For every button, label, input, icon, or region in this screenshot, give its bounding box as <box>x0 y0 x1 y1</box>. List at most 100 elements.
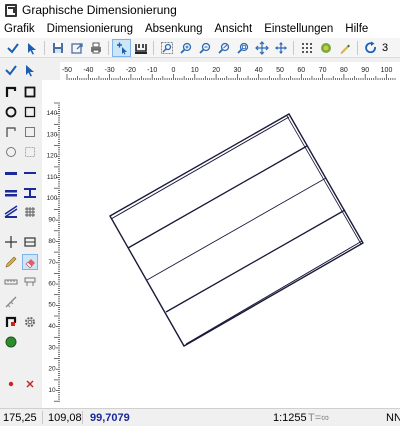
ruler-label: 110 <box>47 174 58 181</box>
ruler-label: -50 <box>62 67 72 74</box>
check-icon[interactable] <box>3 39 22 57</box>
menu-dimensionierung[interactable]: Dimensionierung <box>41 23 139 35</box>
bottom-edge-double <box>185 240 363 345</box>
menu-absenkung[interactable]: Absenkung <box>139 23 209 35</box>
eraser-icon[interactable] <box>22 254 38 270</box>
red-point-icon[interactable] <box>3 376 19 392</box>
ruler-label: 120 <box>47 153 58 160</box>
save-icon[interactable] <box>48 39 67 57</box>
toolbar: 3 <box>0 38 400 58</box>
ruler-tool-icon[interactable] <box>3 274 19 290</box>
dimension-icon[interactable] <box>131 39 150 57</box>
print-icon[interactable] <box>86 39 105 57</box>
drawing-shape[interactable] <box>109 113 364 347</box>
status-y-coordinate: 109,08 <box>48 412 82 424</box>
ruler-label: 40 <box>255 67 263 74</box>
zoom-window-icon[interactable] <box>157 39 176 57</box>
move-node-icon[interactable] <box>112 38 131 57</box>
stairs-icon[interactable] <box>3 204 19 220</box>
title-bar: Graphische Dimensionierung <box>0 0 400 20</box>
status-scale: 1:1255 <box>273 412 307 424</box>
ruler-label: -10 <box>147 67 157 74</box>
zoom-all-icon[interactable] <box>233 39 252 57</box>
ruler-label: 40 <box>48 323 56 330</box>
zoom-out-icon[interactable] <box>195 39 214 57</box>
ruler-label: 10 <box>48 387 56 394</box>
move-all-icon[interactable] <box>271 39 290 57</box>
rectangle-icon[interactable] <box>22 84 38 100</box>
ruler-label: 20 <box>48 366 56 373</box>
menu-ansicht[interactable]: Ansicht <box>209 23 259 35</box>
menu-grafik[interactable]: Grafik <box>0 23 41 35</box>
ruler-label: -30 <box>105 67 115 74</box>
toolbar-separator <box>293 40 294 55</box>
crosshair-icon[interactable] <box>3 234 19 250</box>
menu-hilfe[interactable]: Hilfe <box>339 23 374 35</box>
check-icon[interactable] <box>3 62 19 78</box>
zoom-in-icon[interactable] <box>176 39 195 57</box>
circle-thin-icon[interactable] <box>3 144 19 160</box>
status-value: 99,7079 <box>90 412 130 424</box>
red-corner-icon[interactable] <box>3 314 19 330</box>
line-medium-icon[interactable] <box>22 165 38 181</box>
ruler-label: 130 <box>47 131 58 138</box>
green-node-icon[interactable] <box>3 334 19 350</box>
ruler-label: 100 <box>47 195 58 202</box>
menu-einstellungen[interactable]: Einstellungen <box>258 23 339 35</box>
insert-element-icon[interactable] <box>22 234 38 250</box>
table-tool-icon[interactable] <box>22 274 38 290</box>
double-line-icon[interactable] <box>3 185 19 201</box>
circle-icon[interactable] <box>3 104 19 120</box>
menu-bar: Grafik Dimensionierung Absenkung Ansicht… <box>0 20 400 38</box>
drawing-canvas[interactable] <box>60 80 400 408</box>
toolbar-separator <box>153 40 154 55</box>
corner-polyline-icon[interactable] <box>3 84 19 100</box>
ruler-label: 140 <box>47 110 58 117</box>
rectangle-gray-icon[interactable] <box>22 124 38 140</box>
refresh-icon[interactable] <box>361 39 380 57</box>
h-beam-icon[interactable] <box>22 185 38 201</box>
window-title: Graphische Dimensionierung <box>22 3 177 17</box>
rectangle-dashed-icon[interactable] <box>22 144 38 160</box>
division-line-1 <box>127 145 308 249</box>
select-arrow-icon[interactable] <box>22 62 38 78</box>
pointer-icon[interactable] <box>22 39 41 57</box>
export-icon[interactable] <box>67 39 86 57</box>
ruler-label: -40 <box>83 67 93 74</box>
measure-icon[interactable] <box>3 294 19 310</box>
corner-thin-icon[interactable] <box>3 124 19 140</box>
ruler-label: 80 <box>340 67 348 74</box>
status-extra: T=∞ <box>308 412 329 424</box>
right-edge-double <box>286 115 362 245</box>
layers-icon[interactable] <box>316 39 335 57</box>
status-x-coordinate: 175,25 <box>3 412 37 424</box>
toolbar-separator <box>44 40 45 55</box>
ruler-label: 10 <box>191 67 199 74</box>
zoom-previous-icon[interactable] <box>214 39 233 57</box>
ruler-label: 60 <box>297 67 305 74</box>
rectangle-thin-icon[interactable] <box>22 104 38 120</box>
pencil-icon[interactable] <box>335 39 354 57</box>
ruler-label: 60 <box>48 280 56 287</box>
ruler-label: 30 <box>234 67 242 74</box>
status-right: NN <box>386 412 400 424</box>
toolbar-separator <box>357 40 358 55</box>
ruler-label: 80 <box>48 238 56 245</box>
outer-outline <box>109 113 364 347</box>
app-icon <box>5 3 17 17</box>
status-divider <box>82 411 83 424</box>
division-line-2 <box>146 177 327 281</box>
ruler-label: 100 <box>381 67 393 74</box>
pan-icon[interactable] <box>252 39 271 57</box>
top-edge-double <box>110 116 290 220</box>
grid-icon[interactable] <box>297 39 316 57</box>
edit-pencil-icon[interactable] <box>3 254 19 270</box>
ruler-label: 50 <box>276 67 284 74</box>
ruler-vertical: 140 130 120 110 100 90 80 70 60 50 40 30 20 10 <box>42 80 60 408</box>
delete-x-icon[interactable] <box>22 376 38 392</box>
gear-icon[interactable] <box>22 314 38 330</box>
counter-value: 3 <box>382 41 389 54</box>
hatch-grid-icon[interactable] <box>22 204 38 220</box>
tool-palette <box>0 58 42 408</box>
line-thick-icon[interactable] <box>3 165 19 181</box>
